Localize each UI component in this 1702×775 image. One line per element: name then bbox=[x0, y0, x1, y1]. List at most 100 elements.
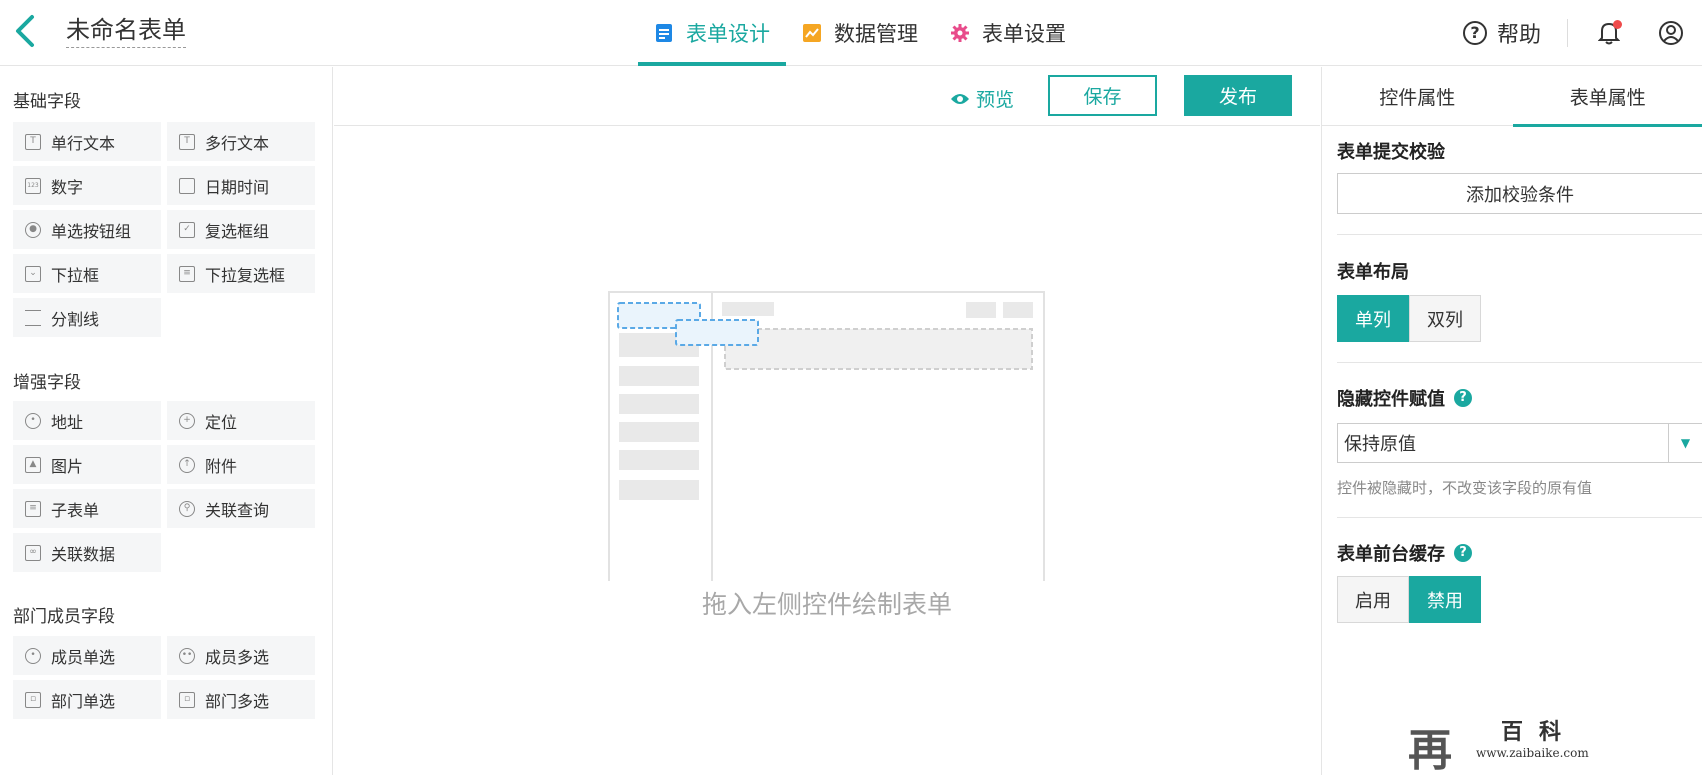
section-divider bbox=[1337, 517, 1702, 518]
group-title-members: 部门成员字段 bbox=[13, 607, 115, 627]
subform-icon: ≡ bbox=[25, 500, 41, 517]
field-subform[interactable]: ≡ 子表单 bbox=[13, 489, 161, 528]
question-icon[interactable]: ? bbox=[1454, 389, 1472, 407]
field-label: 复选框组 bbox=[205, 221, 270, 241]
checkbox-icon: ✓ bbox=[179, 221, 195, 238]
field-label: 关联查询 bbox=[205, 500, 270, 520]
field-label: 成员多选 bbox=[205, 647, 270, 667]
save-button[interactable]: 保存 bbox=[1048, 75, 1157, 116]
field-label: 附件 bbox=[205, 456, 238, 476]
hidden-value-select[interactable]: 保持原值 ▼ bbox=[1337, 423, 1702, 463]
publish-button[interactable]: 发布 bbox=[1184, 75, 1292, 116]
tab-form-properties[interactable]: 表单属性 bbox=[1512, 67, 1702, 127]
hidden-value-hint: 控件被隐藏时，不改变该字段的原有值 bbox=[1337, 479, 1593, 497]
field-label: 子表单 bbox=[51, 500, 100, 520]
field-single-line-text[interactable]: T 单行文本 bbox=[13, 122, 161, 161]
cache-enable[interactable]: 启用 bbox=[1337, 576, 1409, 623]
hidden-value-title: 隐藏控件赋值 ? bbox=[1337, 385, 1472, 411]
tab-data-management[interactable]: 数据管理 bbox=[786, 0, 934, 66]
group-title-enhanced: 增强字段 bbox=[13, 373, 81, 393]
layout-single-column[interactable]: 单列 bbox=[1337, 295, 1409, 342]
user-avatar-icon[interactable] bbox=[1658, 20, 1684, 46]
gear-icon bbox=[951, 24, 969, 42]
link-data-icon: ∞ bbox=[25, 544, 41, 561]
field-location[interactable]: + 定位 bbox=[167, 401, 315, 440]
main-tabs: 表单设计 数据管理 表单设置 bbox=[638, 0, 1082, 66]
site-watermark: 再 百科 www.zaibaike.com bbox=[1408, 712, 1608, 775]
field-address[interactable]: • 地址 bbox=[13, 401, 161, 440]
field-label: 成员单选 bbox=[51, 647, 116, 667]
form-canvas[interactable]: 预览 保存 发布 拖入左侧控件绘制表单 bbox=[334, 67, 1320, 775]
preview-button[interactable]: 预览 bbox=[950, 85, 1014, 112]
field-department-single[interactable]: ▫ 部门单选 bbox=[13, 680, 161, 719]
field-label: 分割线 bbox=[51, 309, 100, 329]
tab-form-design[interactable]: 表单设计 bbox=[638, 0, 786, 66]
divider-icon bbox=[25, 309, 41, 326]
chart-icon bbox=[803, 24, 821, 42]
field-label: 日期时间 bbox=[205, 177, 270, 197]
dropdown-checklist-icon: ≡ bbox=[179, 265, 195, 282]
field-dropdown[interactable]: ⌄ 下拉框 bbox=[13, 254, 161, 293]
section-label: 表单前台缓存 bbox=[1337, 544, 1445, 565]
cache-title: 表单前台缓存 ? bbox=[1337, 540, 1472, 566]
help-button[interactable]: ? 帮助 bbox=[1462, 17, 1541, 49]
layout-title: 表单布局 bbox=[1337, 258, 1409, 284]
tab-form-settings[interactable]: 表单设置 bbox=[934, 0, 1082, 66]
departments-icon: ▫ bbox=[179, 691, 195, 708]
eye-icon bbox=[951, 93, 969, 104]
notification-dot bbox=[1613, 20, 1622, 29]
field-label: 单行文本 bbox=[51, 133, 116, 153]
dropdown-icon: ⌄ bbox=[25, 265, 41, 282]
tab-label: 表单设计 bbox=[686, 22, 770, 46]
field-multi-line-text[interactable]: T 多行文本 bbox=[167, 122, 315, 161]
submit-check-title: 表单提交校验 bbox=[1337, 138, 1445, 164]
notification-button[interactable] bbox=[1597, 20, 1622, 46]
field-department-multi[interactable]: ▫ 部门多选 bbox=[167, 680, 315, 719]
field-member-single[interactable]: • 成员单选 bbox=[13, 636, 161, 675]
header-actions: ? 帮助 bbox=[1462, 0, 1702, 66]
section-divider bbox=[1337, 234, 1702, 235]
tab-label: 表单设置 bbox=[982, 22, 1066, 46]
cache-disable[interactable]: 禁用 bbox=[1409, 576, 1481, 623]
cache-toggle: 启用 禁用 bbox=[1337, 576, 1481, 623]
tab-label: 数据管理 bbox=[834, 22, 918, 46]
field-link-data[interactable]: ∞ 关联数据 bbox=[13, 533, 161, 572]
field-label: 多行文本 bbox=[205, 133, 270, 153]
group-title-basic: 基础字段 bbox=[13, 92, 81, 112]
layout-double-column[interactable]: 双列 bbox=[1409, 295, 1481, 342]
field-checkbox-group[interactable]: ✓ 复选框组 bbox=[167, 210, 315, 249]
properties-tabs: 控件属性 表单属性 bbox=[1322, 67, 1702, 127]
field-divider[interactable]: 分割线 bbox=[13, 298, 161, 337]
drag-illustration bbox=[608, 291, 1045, 581]
locate-icon: + bbox=[179, 412, 195, 429]
field-label: 数字 bbox=[51, 177, 84, 197]
field-number[interactable]: 123 数字 bbox=[13, 166, 161, 205]
multiline-text-icon: T bbox=[179, 133, 195, 150]
section-divider bbox=[1337, 362, 1702, 363]
image-icon: ▲ bbox=[25, 456, 41, 473]
field-label: 定位 bbox=[205, 412, 238, 432]
tab-control-properties[interactable]: 控件属性 bbox=[1322, 67, 1513, 126]
form-title[interactable]: 未命名表单 bbox=[66, 10, 186, 48]
field-attachment[interactable]: ↑ 附件 bbox=[167, 445, 315, 484]
section-label: 隐藏控件赋值 bbox=[1337, 389, 1445, 410]
back-arrow-icon[interactable] bbox=[12, 14, 40, 48]
field-label: 地址 bbox=[51, 412, 84, 432]
field-label: 部门多选 bbox=[205, 691, 270, 711]
calendar-icon bbox=[179, 177, 195, 194]
watermark-text: www.zaibaike.com bbox=[1476, 746, 1589, 760]
question-icon[interactable]: ? bbox=[1454, 544, 1472, 562]
number-icon: 123 bbox=[25, 177, 41, 194]
field-datetime[interactable]: 日期时间 bbox=[167, 166, 315, 205]
add-validation-button[interactable]: 添加校验条件 bbox=[1337, 173, 1702, 214]
text-icon: T bbox=[25, 133, 41, 150]
field-member-multi[interactable]: •• 成员多选 bbox=[167, 636, 315, 675]
field-radio-group[interactable]: ● 单选按钮组 bbox=[13, 210, 161, 249]
section-label: 表单提交校验 bbox=[1337, 142, 1445, 163]
field-label: 下拉框 bbox=[51, 265, 100, 285]
help-label: 帮助 bbox=[1496, 23, 1541, 48]
field-image[interactable]: ▲ 图片 bbox=[13, 445, 161, 484]
field-dropdown-checklist[interactable]: ≡ 下拉复选框 bbox=[167, 254, 315, 293]
field-link-search[interactable]: ⚲ 关联查询 bbox=[167, 489, 315, 528]
field-label: 下拉复选框 bbox=[205, 265, 286, 285]
